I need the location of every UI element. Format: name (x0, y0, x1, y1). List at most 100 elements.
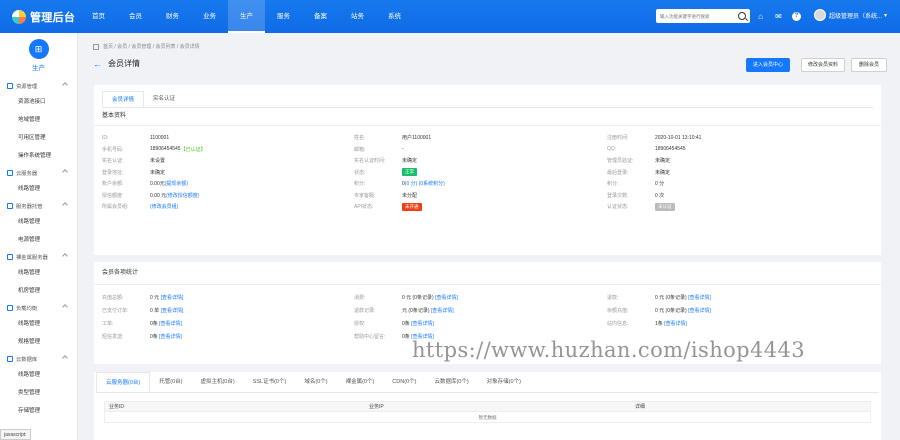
menu-group-icon (7, 253, 13, 260)
chevron-up-icon (62, 355, 68, 361)
product-tab[interactable]: 虚拟主机(0台) (191, 372, 243, 392)
sidebar-group[interactable]: 裸金属服务器 (0, 249, 77, 264)
sidebar-item[interactable]: 存储管理 (0, 402, 77, 420)
enter-member-center-button[interactable]: 进入会员中心 (746, 58, 791, 72)
stat-field: 已支付订单: 0 单 [查看详情] (102, 304, 354, 317)
field-value: 0 次 (655, 192, 665, 199)
view-detail-link[interactable]: [查看详情] (159, 320, 182, 327)
sidebar-group[interactable]: 资源管理 (0, 78, 77, 93)
sidebar-group[interactable]: 云服务器 (0, 165, 77, 180)
divider (94, 125, 881, 126)
basic-info-grid: ID: 1100001 姓名: 用户1100001 注册时间: 2020-10-01 13… (94, 132, 881, 213)
search-icon[interactable] (738, 12, 746, 20)
edit-member-button[interactable]: 修改会员资料 (801, 58, 845, 72)
product-tab[interactable]: 域名(0个) (295, 372, 336, 392)
menu-group-icon (7, 82, 13, 89)
sidebar-item[interactable]: 线路管理 (0, 180, 77, 198)
tab-member-detail[interactable]: 会员详情 (102, 91, 145, 107)
sidebar-group-label: 负载均衡 (16, 305, 38, 312)
product-tab[interactable]: 云服务器(0台) (96, 372, 151, 392)
view-detail-link[interactable]: [查看详情] (688, 307, 711, 314)
sidebar-item[interactable]: 线路管理 (0, 366, 77, 384)
field-value: 18906454545 (655, 146, 686, 153)
credit-link[interactable]: (修改授信额度) (166, 192, 199, 199)
sidebar-group-label: 裸金属服务器 (16, 254, 48, 261)
topnav-item-filing[interactable]: 备案 (302, 0, 339, 33)
delete-member-button[interactable]: 删除会员 (851, 58, 887, 72)
field-label: 邮箱: (354, 146, 366, 153)
sidebar-item[interactable]: 线路管理 (0, 213, 77, 231)
user-menu[interactable]: 超级管理员（系统... ▾ (814, 9, 887, 21)
product-tab[interactable]: SSL证书(0个) (244, 372, 296, 392)
stat-label: 退款: (607, 295, 619, 301)
sidebar-item[interactable]: 机房管理 (0, 282, 77, 300)
view-detail-link[interactable]: [查看详情] (159, 333, 182, 340)
sidebar-group[interactable]: 负载均衡 (0, 300, 77, 315)
topnav-item-site[interactable]: 站务 (339, 0, 376, 33)
view-detail-link[interactable]: [查看详情] (161, 294, 184, 301)
info-field: API状态: 未开通 (354, 201, 607, 213)
sidebar-item[interactable]: 规格管理 (0, 333, 77, 351)
topnav-item-service[interactable]: 服务 (265, 0, 302, 33)
sidebar-group[interactable]: 服务器托管 (0, 198, 77, 213)
topnav-item-business[interactable]: 业务 (191, 0, 228, 33)
breadcrumb-text[interactable]: 首页 / 会员 / 会员管理 / 会员列表 / 会员详情 (103, 43, 200, 50)
view-detail-link[interactable]: [查看详情] (161, 307, 184, 314)
sidebar: ⊞ 生产 资源管理 资源池接口 地域管理 可用区管理 操作系统管理 云服务器 线路管理 服务器… (0, 33, 78, 440)
home-icon[interactable] (93, 43, 99, 50)
stat-value: 0 元 (0条记录) (655, 295, 687, 301)
search-input[interactable] (660, 13, 738, 19)
view-detail-link[interactable]: [查看详情] (431, 307, 454, 314)
field-label: 手机号码: (102, 146, 124, 153)
sidebar-item[interactable]: 可用区管理 (0, 129, 77, 147)
view-detail-link[interactable]: [查看详情] (664, 320, 687, 327)
help-icon[interactable]: ? (792, 12, 801, 21)
field-value: - (402, 146, 404, 153)
field-value: 用户1100001 (402, 135, 432, 142)
stat-label: 已支付订单: (102, 308, 129, 314)
home-icon[interactable]: ⌂ (756, 12, 765, 21)
product-tab[interactable]: 裸金属(0个) (337, 372, 384, 392)
sidebar-item[interactable]: 类型管理 (0, 384, 77, 402)
stat-field: 站内信息: 1条 [查看详情] (607, 317, 862, 330)
balance-link[interactable]: (提现余额) (165, 180, 188, 187)
sidebar-item[interactable]: 操作系统管理 (0, 147, 77, 165)
sidebar-item[interactable]: 地域管理 (0, 111, 77, 129)
product-tab[interactable]: 托管(0台) (150, 372, 191, 392)
product-tab[interactable]: CDN(0个) (383, 372, 425, 392)
product-tab[interactable]: 云数据库(0个) (425, 372, 477, 392)
topnav-item-home[interactable]: 首页 (80, 0, 117, 33)
field-label: 认证状态: (607, 204, 629, 211)
menu-group-icon (7, 355, 13, 362)
sidebar-group[interactable]: 云数据库 (0, 351, 77, 366)
field-label: 积分: (607, 181, 619, 188)
stat-label: 授权: (354, 321, 366, 327)
back-arrow-icon[interactable]: ← (93, 59, 102, 69)
view-detail-link[interactable]: [查看详情] (411, 320, 434, 327)
sidebar-item[interactable]: 线路管理 (0, 315, 77, 333)
view-detail-link[interactable]: [查看详情] (435, 294, 458, 301)
view-detail-link[interactable]: [查看详情] (688, 294, 711, 301)
topnav-item-production[interactable]: 生产 (228, 0, 265, 33)
sidebar-item[interactable]: 资源池接口 (0, 93, 77, 111)
topnav-item-member[interactable]: 会员 (117, 0, 154, 33)
info-field: 注册时间: 2020-10-01 13:10:41 (607, 132, 862, 144)
edit-group-link[interactable]: (修改会员组) (150, 203, 178, 210)
product-tab[interactable]: 对象存储(0个) (478, 372, 530, 392)
mail-icon[interactable]: ✉ (774, 12, 783, 21)
product-card: 云服务器(0台) 托管(0台) 虚拟主机(0台) SSL证书(0个) 域名(0个) 裸金属… (94, 372, 881, 440)
topnav-item-finance[interactable]: 财务 (154, 0, 191, 33)
tab-real-name[interactable]: 实名认证 (144, 91, 184, 107)
points-link[interactable]: (0 分) (0系统积分) (405, 180, 445, 187)
field-label: 实名认证时间: (354, 158, 386, 165)
stat-label: 站内信息: (607, 321, 629, 327)
topnav-item-system[interactable]: 系统 (376, 0, 413, 33)
brand[interactable]: 管理后台 (0, 9, 80, 25)
stat-value: 元 (0条记录) (402, 308, 430, 314)
sidebar-item[interactable]: 线路管理 (0, 264, 77, 282)
info-field: 登录次数: 0 次 (607, 190, 862, 202)
sidebar-item[interactable]: 电源管理 (0, 231, 77, 249)
stat-label: 短信发送: (102, 334, 124, 340)
sidebar-group-label: 云数据库 (16, 356, 38, 363)
stat-field: 退款: 0 元 (0条记录) [查看详情] (607, 291, 862, 304)
